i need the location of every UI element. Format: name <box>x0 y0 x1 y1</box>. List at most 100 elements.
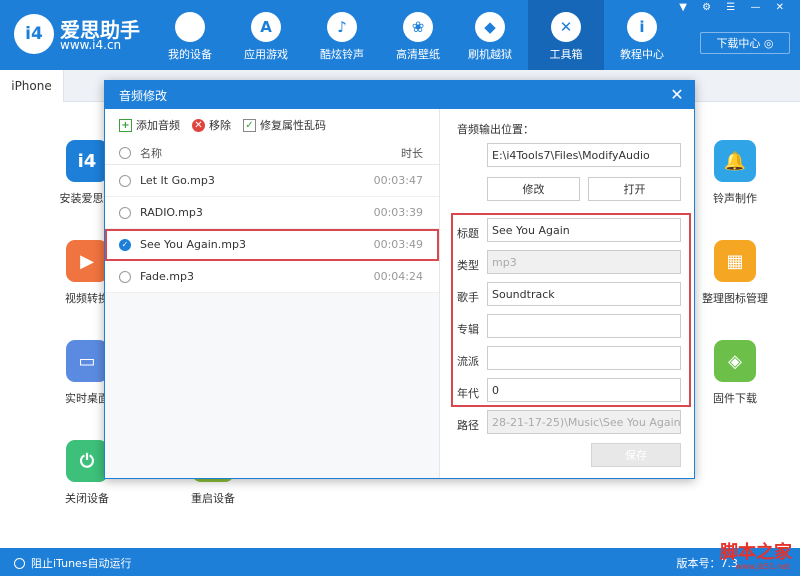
column-name: 名称 <box>140 146 162 160</box>
i4-app-icon: i4 <box>66 140 108 182</box>
add-icon: + <box>119 118 132 132</box>
tool-label: 整理图标管理 <box>702 292 768 305</box>
list-item[interactable]: RADIO.mp3 00:03:39 <box>105 197 439 229</box>
tool-label: 铃声制作 <box>713 192 757 205</box>
audio-toolbar: + 添加音频 ✕ 移除 ✓ 修复属性乱码 <box>105 109 439 141</box>
genre-field[interactable] <box>487 346 681 370</box>
brand-url: www.i4.cn <box>60 38 122 52</box>
tool-firmware-download[interactable]: ◈ 固件下载 <box>690 340 780 406</box>
nav-ringtones[interactable]: ♪ 酷炫铃声 <box>304 0 380 70</box>
file-duration: 00:03:47 <box>373 174 423 187</box>
radio-icon <box>14 557 25 569</box>
add-audio-label: 添加音频 <box>136 119 180 132</box>
fix-garbled-button[interactable]: ✓ 修复属性乱码 <box>243 117 326 133</box>
output-location-label: 音频输出位置： <box>457 123 534 136</box>
year-label: 年代 <box>457 387 479 400</box>
genre-label: 流派 <box>457 355 479 368</box>
title-label: 标题 <box>457 227 479 240</box>
open-button[interactable]: 打开 <box>588 177 681 201</box>
tool-label: 固件下载 <box>713 392 757 405</box>
box-icon: ◈ <box>714 340 756 382</box>
artist-field[interactable]: Soundtrack <box>487 282 681 306</box>
nav-label: 高清壁纸 <box>396 48 440 61</box>
apple-icon <box>175 12 205 42</box>
title-field[interactable]: See You Again <box>487 218 681 242</box>
watermark-url: www.jb51.net <box>735 562 790 571</box>
file-duration: 00:04:24 <box>373 270 423 283</box>
download-center-button[interactable]: 下载中心 ◎ <box>700 32 790 54</box>
row-radio[interactable] <box>119 174 131 187</box>
fix-garbled-label: 修复属性乱码 <box>260 119 326 132</box>
dropbox-icon: ◆ <box>475 12 505 42</box>
nav-label: 应用游戏 <box>244 48 288 61</box>
column-duration: 时长 <box>401 146 423 160</box>
status-bar: 阻止iTunes自动运行 版本号：7.3 <box>0 548 800 576</box>
power-icon: ⏻ <box>66 440 108 482</box>
remove-icon: ✕ <box>192 118 205 132</box>
tool-icon-manager[interactable]: ▦ 整理图标管理 <box>690 240 780 306</box>
top-bar: i4 爱思助手 www.i4.cn 我的设备 A 应用游戏 ♪ 酷炫铃声 ❀ 高… <box>0 0 800 70</box>
save-button[interactable]: 保存 <box>591 443 681 467</box>
path-field: 28-21-17-25)\Music\See You Again.mp3 <box>487 410 681 434</box>
list-item[interactable]: Fade.mp3 00:04:24 <box>105 261 439 293</box>
list-item-selected[interactable]: ✓ See You Again.mp3 00:03:49 <box>105 229 439 261</box>
nav-apps-games[interactable]: A 应用游戏 <box>228 0 304 70</box>
flower-icon: ❀ <box>403 12 433 42</box>
tool-label: 重启设备 <box>191 492 235 505</box>
album-field[interactable] <box>487 314 681 338</box>
path-label: 路径 <box>457 419 479 432</box>
nav-my-device[interactable]: 我的设备 <box>152 0 228 70</box>
type-label: 类型 <box>457 259 479 272</box>
list-item[interactable]: Let It Go.mp3 00:03:47 <box>105 165 439 197</box>
repair-icon: ✓ <box>243 118 256 132</box>
file-name: Let It Go.mp3 <box>140 174 215 187</box>
select-all-radio[interactable] <box>119 146 131 159</box>
block-itunes-label: 阻止iTunes自动运行 <box>31 557 132 570</box>
dialog-title-bar: 音频修改 ✕ <box>105 81 694 109</box>
tools-icon: ✕ <box>551 12 581 42</box>
nav-label: 工具箱 <box>549 48 583 61</box>
file-name: Fade.mp3 <box>140 270 195 283</box>
close-icon[interactable]: ✕ <box>668 85 686 104</box>
dialog-title: 音频修改 <box>119 88 168 103</box>
tool-label: 关闭设备 <box>65 492 109 505</box>
check-icon[interactable]: ✓ <box>119 238 131 251</box>
window-controls[interactable]: ▼ ⚙ ☰ — ✕ <box>679 2 790 13</box>
nav-flash-jailbreak[interactable]: ◆ 刷机越狱 <box>452 0 528 70</box>
device-tab-iphone[interactable]: iPhone <box>0 70 64 102</box>
add-audio-button[interactable]: + 添加音频 <box>119 117 180 133</box>
nav-label: 刷机越狱 <box>468 48 512 61</box>
appstore-icon: A <box>251 12 281 42</box>
album-label: 专辑 <box>457 323 479 336</box>
play-icon: ▶ <box>66 240 108 282</box>
nav-wallpapers[interactable]: ❀ 高清壁纸 <box>380 0 456 70</box>
year-field[interactable]: 0 <box>487 378 681 402</box>
bell-icon: 🔔 <box>714 140 756 182</box>
file-name: RADIO.mp3 <box>140 206 203 219</box>
file-name: See You Again.mp3 <box>140 238 246 251</box>
watermark: 脚本之家 <box>720 542 792 563</box>
block-itunes-toggle[interactable]: 阻止iTunes自动运行 <box>14 555 132 571</box>
monitor-icon: ▭ <box>66 340 108 382</box>
remove-label: 移除 <box>209 119 231 132</box>
nav-tutorials[interactable]: i 教程中心 <box>604 0 680 70</box>
nav-label: 酷炫铃声 <box>320 48 364 61</box>
audio-edit-dialog: 音频修改 ✕ + 添加音频 ✕ 移除 ✓ 修复属性乱码 名称 时长 Let It <box>104 80 695 479</box>
output-path-field: E:\i4Tools7\Files\ModifyAudio <box>487 143 681 167</box>
grid-icon: ▦ <box>714 240 756 282</box>
row-radio[interactable] <box>119 270 131 283</box>
bell-icon: ♪ <box>327 12 357 42</box>
list-header: 名称 时长 <box>105 141 439 165</box>
row-radio[interactable] <box>119 206 131 219</box>
nav-label: 我的设备 <box>168 48 212 61</box>
file-duration: 00:03:39 <box>373 206 423 219</box>
nav-toolbox[interactable]: ✕ 工具箱 <box>528 0 604 70</box>
audio-list-pane: + 添加音频 ✕ 移除 ✓ 修复属性乱码 名称 时长 Let It Go.mp3… <box>105 109 440 478</box>
audio-properties-pane: 音频输出位置： E:\i4Tools7\Files\ModifyAudio 修改… <box>441 109 694 478</box>
logo-icon: i4 <box>14 14 54 54</box>
tool-ringtone-maker[interactable]: 🔔 铃声制作 <box>690 140 780 206</box>
remove-button[interactable]: ✕ 移除 <box>192 117 231 133</box>
modify-button[interactable]: 修改 <box>487 177 580 201</box>
nav-label: 教程中心 <box>620 48 664 61</box>
file-duration: 00:03:49 <box>373 238 423 251</box>
